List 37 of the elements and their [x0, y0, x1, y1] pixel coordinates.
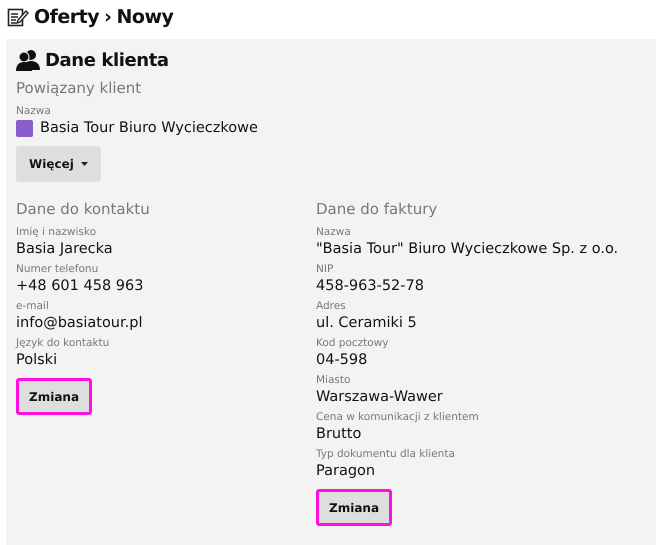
field-label: e-mail	[16, 300, 50, 313]
breadcrumb-link[interactable]: Oferty	[34, 6, 100, 28]
field-value: info@basiatour.pl	[16, 314, 144, 333]
field-label: Nazwa	[316, 226, 352, 239]
section-heading: Powiązany klient	[16, 79, 142, 99]
field-value: 04-598	[316, 351, 368, 370]
field-label: Kod pocztowy	[316, 337, 390, 350]
field-value: Basia Jarecka	[16, 240, 114, 259]
more-button[interactable]: Więcej	[16, 146, 101, 182]
section-heading: Dane do kontaktu	[16, 200, 151, 220]
field-label: Typ dokumentu dla klienta	[316, 448, 456, 461]
edit-document-icon	[7, 7, 29, 27]
users-icon	[16, 49, 40, 71]
breadcrumb-separator: ›	[104, 6, 112, 28]
field-label: Cena w komunikacji z klientem	[316, 411, 480, 424]
page-title: Nowy	[116, 6, 174, 28]
field-label: Miasto	[316, 374, 352, 387]
client-name: Basia Tour Biuro Wycieczkowe	[40, 119, 258, 138]
field-value: Brutto	[316, 425, 362, 444]
change-button[interactable]: Zmiana	[316, 489, 392, 526]
field-label: Nazwa	[16, 105, 52, 118]
section-heading: Dane do faktury	[316, 200, 438, 220]
field-value: Polski	[16, 351, 58, 370]
field-label: Język do kontaktu	[16, 337, 110, 350]
caret-icon	[80, 162, 88, 166]
field-label: Imię i nazwisko	[16, 226, 98, 239]
panel-title: Dane klienta	[45, 50, 169, 70]
field-label: Adres	[316, 300, 347, 313]
field-value: "Basia Tour" Biuro Wycieczkowe Sp. z o.o.	[316, 240, 620, 259]
field-value: Paragon	[316, 462, 376, 481]
field-value: Warszawa-Wawer	[316, 388, 444, 407]
field-value: +48 601 458 963	[16, 277, 144, 296]
field-label: Numer telefonu	[16, 263, 100, 276]
field-value: 458-963-52-78	[316, 277, 425, 296]
field-label: NIP	[316, 263, 334, 276]
change-button[interactable]: Zmiana	[16, 378, 92, 415]
field-value: ul. Ceramiki 5	[316, 314, 418, 333]
